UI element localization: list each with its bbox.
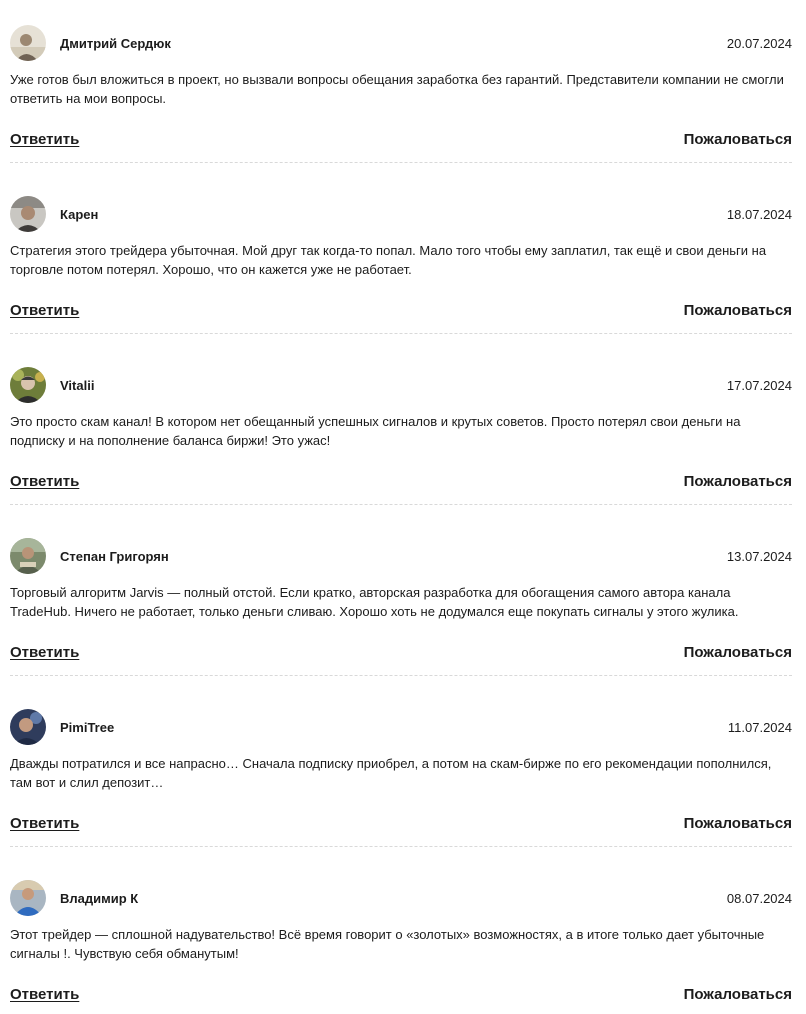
- reply-link[interactable]: Ответить: [10, 130, 79, 149]
- report-link[interactable]: Пожаловаться: [684, 814, 792, 833]
- report-link[interactable]: Пожаловаться: [684, 301, 792, 320]
- comment-text: Этот трейдер — сплошной надувательство! …: [10, 927, 765, 961]
- comment-author: Степан Григорян: [60, 549, 169, 564]
- comment-date: 20.07.2024: [726, 36, 792, 51]
- comment-date: 11.07.2024: [727, 720, 792, 735]
- comment-item: Дмитрий Сердюк 20.07.2024 Уже готов был …: [10, 0, 792, 171]
- comment-item: PimiTree 11.07.2024 Дважды потратился и …: [10, 684, 792, 855]
- report-link[interactable]: Пожаловаться: [684, 985, 792, 1004]
- avatar[interactable]: [10, 709, 46, 745]
- comment-header: Владимир К 08.07.2024: [10, 880, 792, 916]
- reply-link[interactable]: Ответить: [10, 643, 79, 662]
- comment-date: 08.07.2024: [726, 891, 792, 906]
- comment-author: Дмитрий Сердюк: [60, 36, 171, 51]
- divider: [10, 675, 792, 676]
- reply-link[interactable]: Ответить: [10, 301, 79, 320]
- reply-link[interactable]: Ответить: [10, 985, 79, 1004]
- comment-text: Уже готов был вложиться в проект, но выз…: [10, 72, 784, 106]
- comment-item: Степан Григорян 13.07.2024 Торговый алго…: [10, 513, 792, 684]
- comment-text: Это просто скам канал! В котором нет обе…: [10, 414, 741, 448]
- comment-header: Карен 18.07.2024: [10, 196, 792, 232]
- reply-link[interactable]: Ответить: [10, 472, 79, 491]
- comment-date: 17.07.2024: [726, 378, 792, 393]
- comment-item: Карен 18.07.2024 Стратегия этого трейдер…: [10, 171, 792, 342]
- comment-text: Стратегия этого трейдера убыточная. Мой …: [10, 243, 767, 277]
- divider: [10, 504, 792, 505]
- comment-item: Владимир К 08.07.2024 Этот трейдер — спл…: [10, 855, 792, 1014]
- report-link[interactable]: Пожаловаться: [684, 643, 792, 662]
- comments-list: Дмитрий Сердюк 20.07.2024 Уже готов был …: [0, 0, 806, 1014]
- divider: [10, 846, 792, 847]
- report-link[interactable]: Пожаловаться: [684, 130, 792, 149]
- reply-link[interactable]: Ответить: [10, 814, 79, 833]
- comment-header: Vitalii 17.07.2024: [10, 367, 792, 403]
- avatar[interactable]: [10, 196, 46, 232]
- comment-author: PimiTree: [60, 720, 115, 735]
- comment-author: Карен: [60, 207, 99, 222]
- divider: [10, 333, 792, 334]
- comment-header: Дмитрий Сердюк 20.07.2024: [10, 25, 792, 61]
- comment-item: Vitalii 17.07.2024 Это просто скам канал…: [10, 342, 792, 513]
- comment-date: 13.07.2024: [726, 549, 792, 564]
- comment-header: Степан Григорян 13.07.2024: [10, 538, 792, 574]
- report-link[interactable]: Пожаловаться: [684, 472, 792, 491]
- avatar[interactable]: [10, 880, 46, 916]
- comment-author: Vitalii: [60, 378, 95, 393]
- avatar[interactable]: [10, 367, 46, 403]
- comment-text: Дважды потратился и все напрасно… Сначал…: [10, 756, 772, 790]
- comment-date: 18.07.2024: [726, 207, 792, 222]
- divider: [10, 162, 792, 163]
- comment-header: PimiTree 11.07.2024: [10, 709, 792, 745]
- comment-text: Торговый алгоритм Jarvis — полный отстой…: [10, 585, 739, 619]
- comment-author: Владимир К: [60, 891, 139, 906]
- avatar[interactable]: [10, 25, 46, 61]
- avatar[interactable]: [10, 538, 46, 574]
